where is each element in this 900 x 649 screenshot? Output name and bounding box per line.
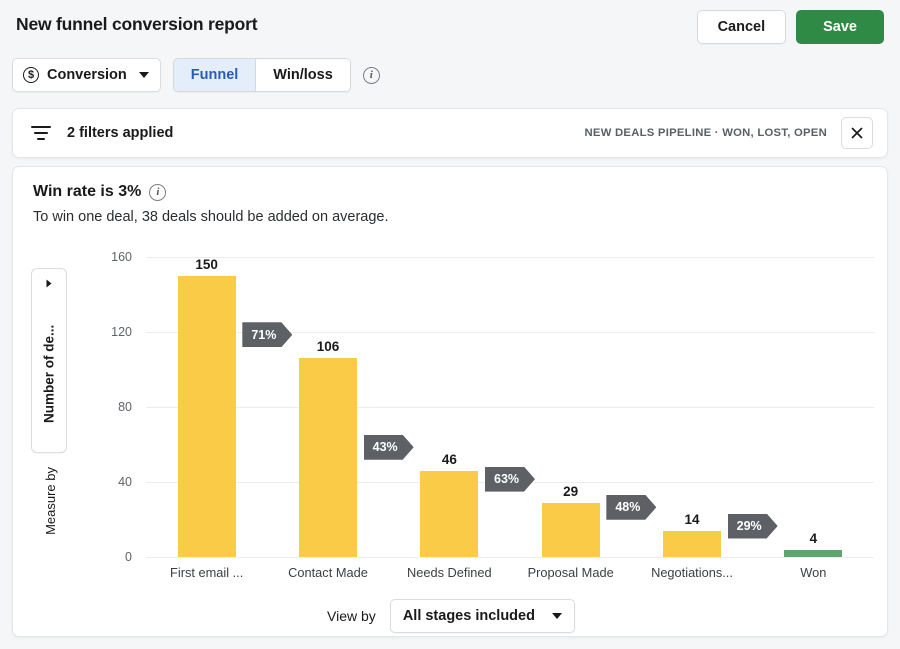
metric-select[interactable]: $ Conversion	[12, 58, 161, 92]
page-header: New funnel conversion report Cancel Save	[0, 0, 900, 52]
tab-winloss[interactable]: Win/loss	[256, 59, 350, 91]
view-by-label: View by	[327, 608, 376, 624]
tab-funnel[interactable]: Funnel	[173, 59, 256, 91]
conversion-rate-badge: 48%	[606, 495, 656, 520]
filters-meta-text: NEW DEALS PIPELINE · WON, LOST, OPEN	[584, 127, 827, 139]
header-actions: Cancel Save	[696, 10, 884, 44]
bar-value-label: 29	[563, 483, 579, 499]
measure-by-select[interactable]: Number of de...	[31, 268, 67, 453]
conversion-rate-badge: 63%	[485, 467, 535, 492]
report-toolbar: $ Conversion Funnel Win/loss i	[12, 58, 380, 92]
metric-select-value: Conversion	[47, 67, 127, 83]
bar-value-label: 150	[195, 256, 218, 272]
bar-value-label: 106	[316, 339, 340, 355]
bar-3[interactable]	[541, 502, 600, 557]
view-by-control: View by All stages included	[327, 599, 575, 633]
view-type-tabs: Funnel Win/loss	[172, 58, 351, 92]
filters-card: 2 filters applied NEW DEALS PIPELINE · W…	[12, 108, 888, 158]
bar-value-label: 14	[684, 511, 700, 527]
y-axis-tick-label: 160	[111, 250, 132, 264]
chevron-down-icon	[46, 279, 52, 288]
x-axis-label: First email ...	[170, 565, 244, 580]
chevron-down-icon	[138, 72, 149, 78]
view-by-value: All stages included	[402, 608, 535, 624]
clear-filters-button[interactable]	[841, 117, 873, 149]
y-axis-tick-label: 80	[118, 400, 132, 414]
y-axis-tick-label: 120	[111, 325, 132, 339]
bar-5[interactable]	[784, 549, 843, 557]
toolbar-info-icon[interactable]: i	[362, 66, 380, 84]
x-axis-label: Proposal Made	[527, 565, 614, 580]
x-axis-label: Negotiations...	[651, 565, 733, 580]
bar-0[interactable]	[177, 275, 236, 557]
conversion-rate-badge: 29%	[728, 514, 778, 539]
filters-summary[interactable]: 2 filters applied	[31, 109, 173, 157]
page-title: New funnel conversion report	[16, 14, 258, 34]
measure-by-label: Measure by	[43, 467, 58, 535]
save-button[interactable]: Save	[796, 10, 884, 44]
conversion-rate-value: 29%	[736, 519, 762, 533]
chart-card: Win rate is 3% i To win one deal, 38 dea…	[12, 166, 888, 637]
x-axis-label: Won	[800, 565, 827, 580]
report-builder-page: New funnel conversion report Cancel Save…	[0, 0, 900, 649]
chevron-down-icon	[551, 613, 562, 619]
bar-value-label: 4	[809, 530, 818, 546]
y-axis-tick-label: 40	[118, 475, 132, 489]
conversion-rate-value: 48%	[615, 500, 641, 515]
funnel-chart: Measure by Number of de... 0 40 80 120 160 15…	[13, 167, 889, 638]
conversion-rate-badge: 43%	[364, 435, 414, 460]
dollar-circle-icon: $	[23, 67, 39, 83]
filters-meta-area: NEW DEALS PIPELINE · WON, LOST, OPEN	[585, 109, 873, 157]
bar-value-label: 46	[441, 451, 457, 467]
plot-area: 0 40 80 120 160 150 106 46 29 14 4 71% 43% 63% 48% 29%	[111, 250, 874, 564]
bar-4[interactable]	[663, 530, 721, 557]
gridline	[146, 257, 874, 258]
x-axis-labels: First email ... Contact Made Needs Defined…	[146, 565, 874, 585]
gridline	[146, 407, 874, 408]
conversion-rate-value: 63%	[494, 472, 520, 487]
conversion-rate-value: 43%	[372, 440, 398, 455]
conversion-rate-value: 71%	[251, 327, 277, 342]
x-axis-label: Contact Made	[288, 565, 368, 580]
bar-2[interactable]	[420, 470, 479, 557]
x-axis-label: Needs Defined	[406, 565, 492, 580]
gridline	[146, 557, 874, 558]
filter-icon	[31, 126, 51, 140]
y-axis-tick-label: 0	[125, 550, 132, 564]
close-icon	[851, 127, 863, 139]
cancel-button[interactable]: Cancel	[696, 10, 787, 44]
view-by-select[interactable]: All stages included	[389, 599, 575, 633]
bar-1[interactable]	[299, 358, 357, 557]
conversion-rate-badge: 71%	[242, 322, 292, 347]
measure-by-value: Number of de...	[41, 324, 57, 423]
filters-applied-text: 2 filters applied	[67, 125, 174, 141]
